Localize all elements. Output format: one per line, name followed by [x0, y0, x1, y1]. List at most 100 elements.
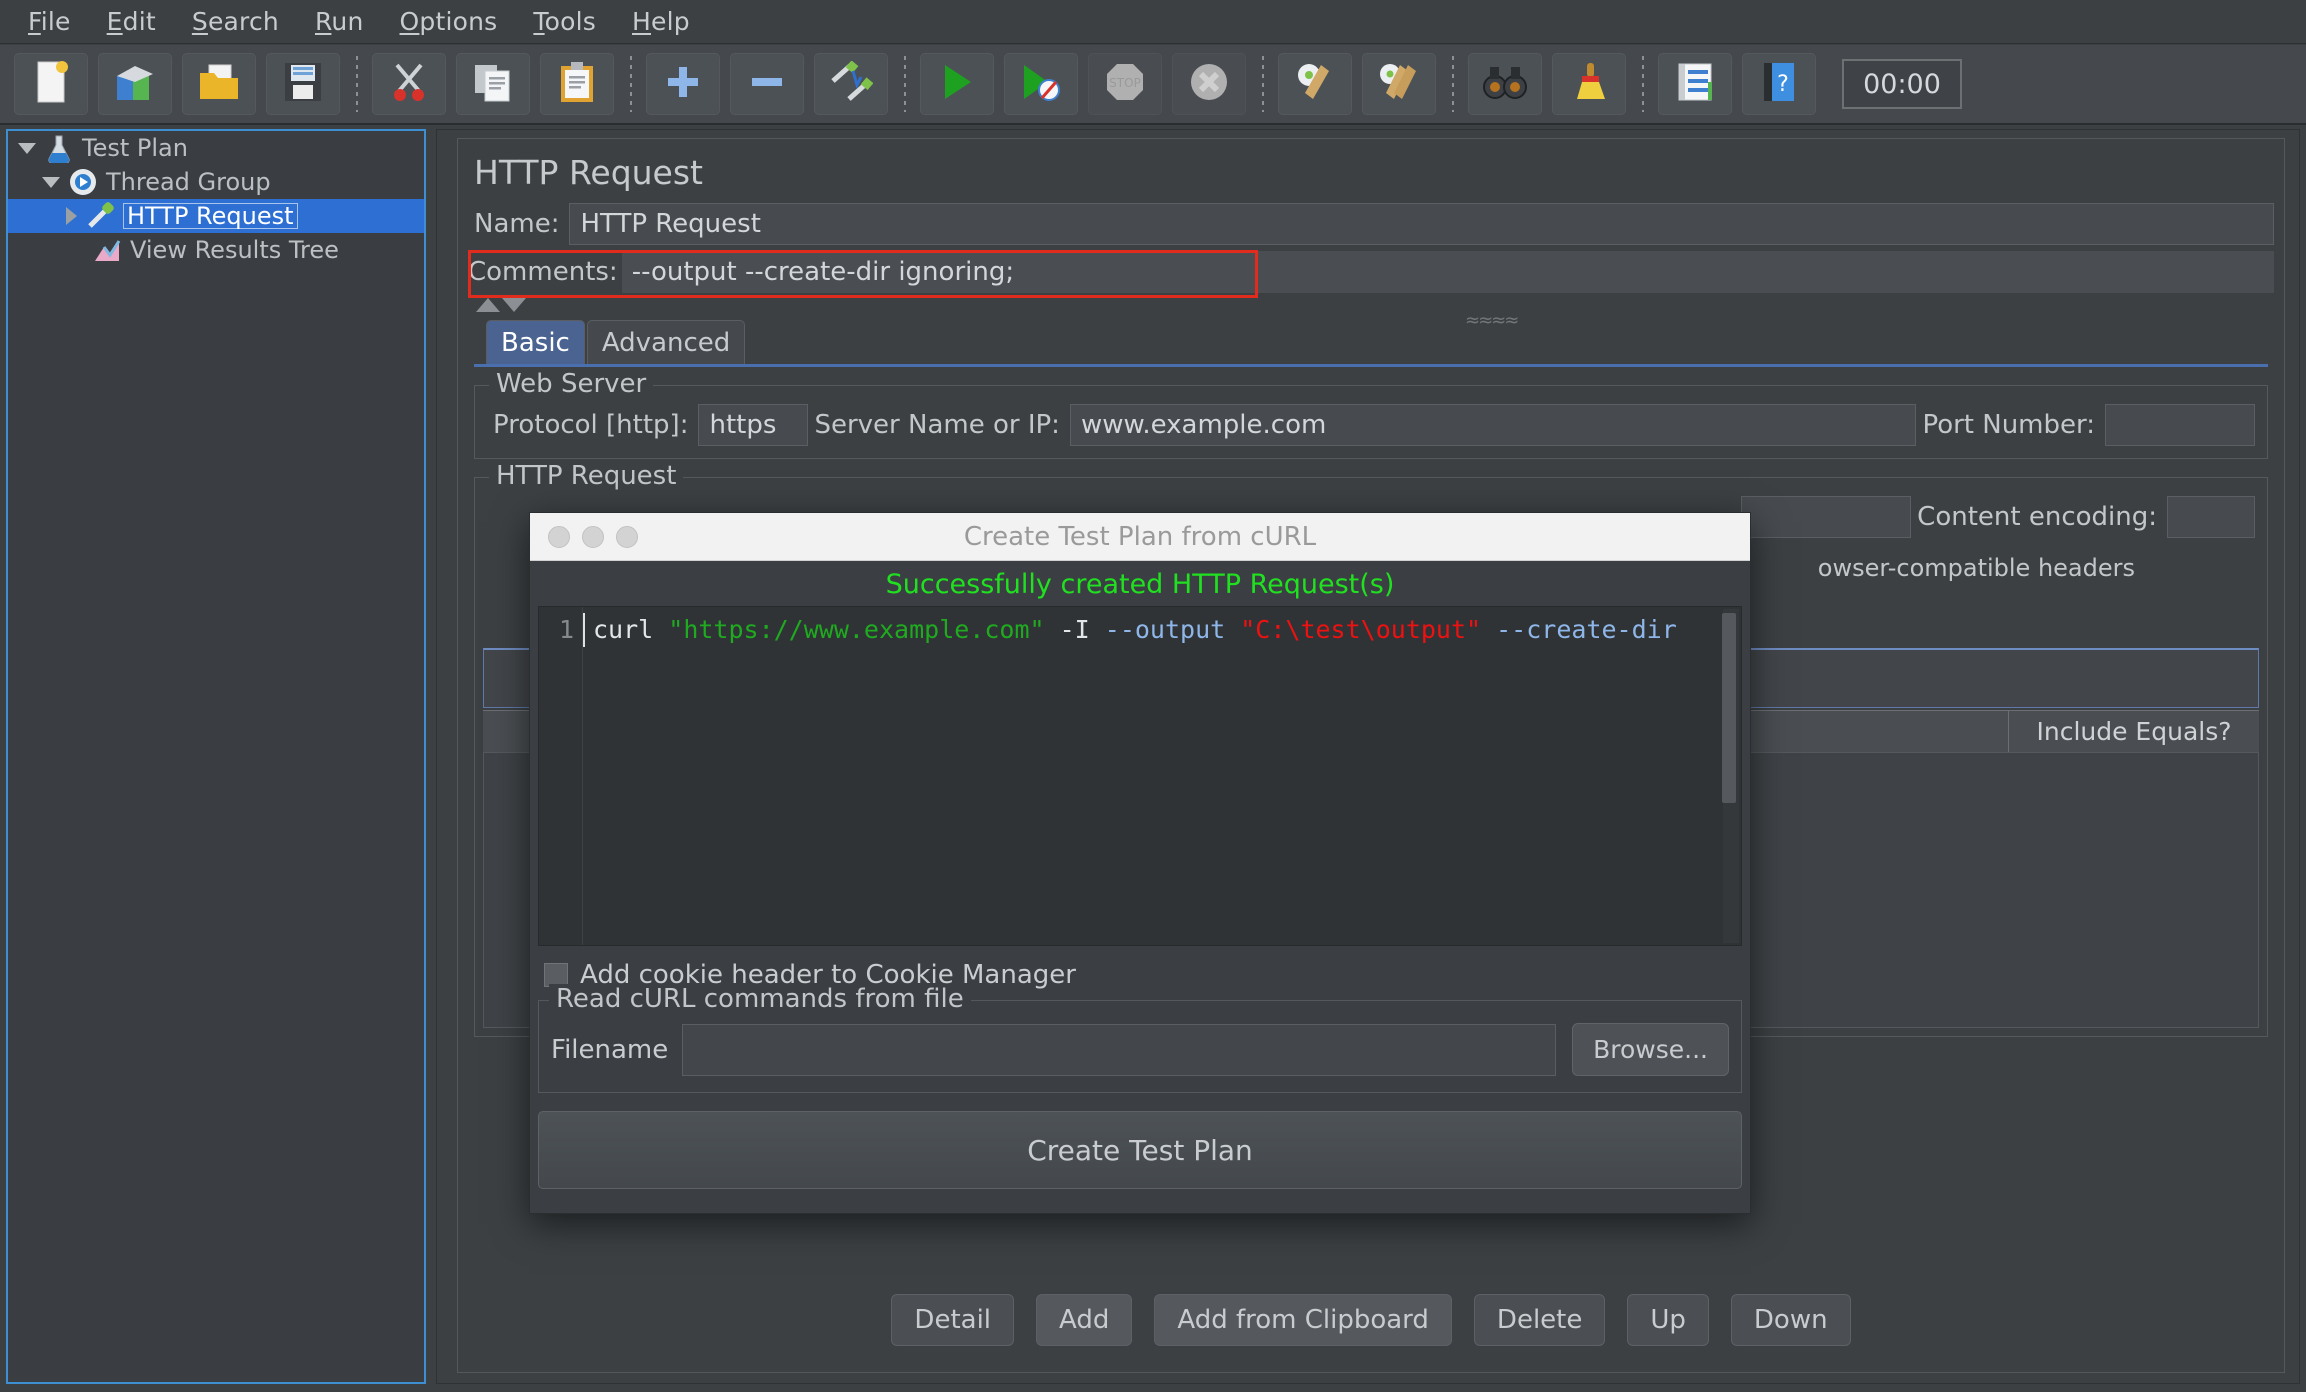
add-from-clipboard-button[interactable]: Add from Clipboard [1154, 1294, 1452, 1346]
copy-button[interactable] [456, 53, 530, 115]
function-helper-button[interactable] [1658, 53, 1732, 115]
toggle-button[interactable] [814, 53, 888, 115]
down-button[interactable]: Down [1730, 1294, 1851, 1346]
curl-command-text[interactable]: curl "https://www.example.com" -I --outp… [583, 607, 1741, 945]
up-button[interactable]: Up [1627, 1294, 1709, 1346]
method-input[interactable] [1741, 496, 1912, 538]
new-icon [32, 60, 70, 108]
tree-item-test-plan[interactable]: Test Plan [8, 131, 424, 165]
filename-row: Filename Browse... [551, 1023, 1729, 1076]
paste-button[interactable] [540, 53, 614, 115]
menu-edit-label: dit [122, 7, 156, 36]
menu-options-label: ptions [419, 7, 498, 36]
shutdown-icon [1188, 61, 1230, 107]
menu-run-label: un [331, 7, 364, 36]
stop-button[interactable]: STOP [1088, 53, 1162, 115]
copy-icon [472, 61, 514, 107]
create-test-plan-from-curl-dialog: Create Test Plan from cURL Successfully … [529, 512, 1751, 1214]
detail-button[interactable]: Detail [891, 1294, 1015, 1346]
page-title: HTTP Request [474, 153, 703, 192]
text-caret [583, 613, 585, 647]
name-label: Name: [474, 209, 560, 239]
start-button[interactable] [920, 53, 994, 115]
web-server-group: Web Server Protocol [http]: https Server… [474, 369, 2268, 459]
tab-underline [474, 364, 2268, 367]
protocol-label: Protocol [http]: [493, 410, 689, 440]
cut-scissors-icon [389, 61, 429, 107]
collapse-all-button[interactable] [730, 53, 804, 115]
create-test-plan-button[interactable]: Create Test Plan [538, 1111, 1742, 1189]
save-button[interactable] [266, 53, 340, 115]
editor-scrollbar-thumb[interactable] [1722, 613, 1736, 803]
reset-search-button[interactable] [1552, 53, 1626, 115]
editor-scrollbar[interactable] [1722, 609, 1739, 943]
column-header-include-equals[interactable]: Include Equals? [2009, 711, 2259, 752]
chevron-down-icon[interactable] [18, 142, 36, 154]
templates-button[interactable] [98, 53, 172, 115]
comments-label: Comments: [468, 257, 618, 287]
clear-all-button[interactable] [1362, 53, 1436, 115]
chevron-right-icon[interactable] [66, 207, 77, 225]
expand-all-button[interactable] [646, 53, 720, 115]
save-icon [283, 61, 323, 107]
menu-tools[interactable]: Tools [515, 5, 614, 38]
tab-advanced[interactable]: Advanced [586, 320, 746, 364]
clear-icon [1293, 61, 1337, 107]
menu-file[interactable]: File [10, 5, 89, 38]
svg-text:STOP: STOP [1109, 76, 1141, 90]
jmeter-window: File Edit Search Run Options Tools Help [0, 0, 2306, 1392]
open-button[interactable] [182, 53, 256, 115]
svg-text:?: ? [1777, 72, 1789, 97]
tree-item-label: Thread Group [106, 168, 271, 196]
menu-search-mnemonic: S [191, 7, 208, 36]
read-curl-from-file-group: Read cURL commands from file Filename Br… [538, 984, 1742, 1093]
start-no-timers-button[interactable] [1004, 53, 1078, 115]
dialog-title-bar[interactable]: Create Test Plan from cURL [530, 513, 1750, 561]
chevron-down-icon[interactable] [42, 176, 60, 188]
tree-item-view-results-tree[interactable]: View Results Tree [8, 233, 424, 267]
toolbar-separator [1262, 56, 1264, 112]
help-button[interactable]: ? [1742, 53, 1816, 115]
server-name-input[interactable]: www.example.com [1069, 404, 1917, 446]
menu-options-mnemonic: O [399, 7, 420, 36]
sort-up-icon[interactable] [476, 298, 500, 312]
menu-edit-mnemonic: E [106, 7, 123, 36]
clear-button[interactable] [1278, 53, 1352, 115]
comments-sort-arrows[interactable] [468, 294, 2274, 312]
search-button[interactable] [1468, 53, 1542, 115]
tree-item-http-request[interactable]: HTTP Request [8, 199, 424, 233]
content-encoding-label: Content encoding: [1917, 502, 2157, 532]
cut-button[interactable] [372, 53, 446, 115]
protocol-input[interactable]: https [698, 404, 809, 446]
curl-command-editor[interactable]: 1 curl "https://www.example.com" -I --ou… [538, 606, 1742, 946]
start-play-icon [939, 62, 975, 106]
name-input[interactable]: HTTP Request [569, 203, 2274, 245]
web-server-group-title: Web Server [489, 369, 654, 399]
menu-help[interactable]: Help [614, 5, 708, 38]
content-encoding-input[interactable] [2167, 496, 2255, 538]
delete-button[interactable]: Delete [1473, 1294, 1606, 1346]
curl-token-flag-i: -I [1044, 615, 1105, 644]
test-plan-tree[interactable]: Test Plan Thread Group HTTP Request View… [6, 129, 426, 1384]
menu-options[interactable]: Options [382, 5, 516, 38]
browse-button[interactable]: Browse... [1572, 1023, 1729, 1076]
tree-item-thread-group[interactable]: Thread Group [8, 165, 424, 199]
filename-input[interactable] [682, 1023, 1557, 1076]
new-button[interactable] [14, 53, 88, 115]
comments-input[interactable]: --output --create-dir ignoring; [621, 251, 2274, 293]
tab-bar: Basic Advanced [486, 320, 2284, 364]
port-number-input[interactable] [2105, 404, 2255, 446]
toolbar-separator [1452, 56, 1454, 112]
paste-clipboard-icon [558, 61, 596, 107]
menu-run[interactable]: Run [297, 5, 382, 38]
splitter-grip[interactable]: ≈≈≈≈ [1465, 310, 1519, 331]
sort-down-icon[interactable] [502, 298, 526, 312]
tree-item-label: HTTP Request [123, 203, 298, 229]
expand-all-plus-icon [665, 64, 701, 104]
tab-basic[interactable]: Basic [486, 320, 585, 364]
menu-edit[interactable]: Edit [89, 5, 174, 38]
browser-headers-label: owser-compatible headers [1817, 554, 2135, 582]
menu-search[interactable]: Search [174, 5, 297, 38]
shutdown-button[interactable] [1172, 53, 1246, 115]
add-button[interactable]: Add [1036, 1294, 1133, 1346]
